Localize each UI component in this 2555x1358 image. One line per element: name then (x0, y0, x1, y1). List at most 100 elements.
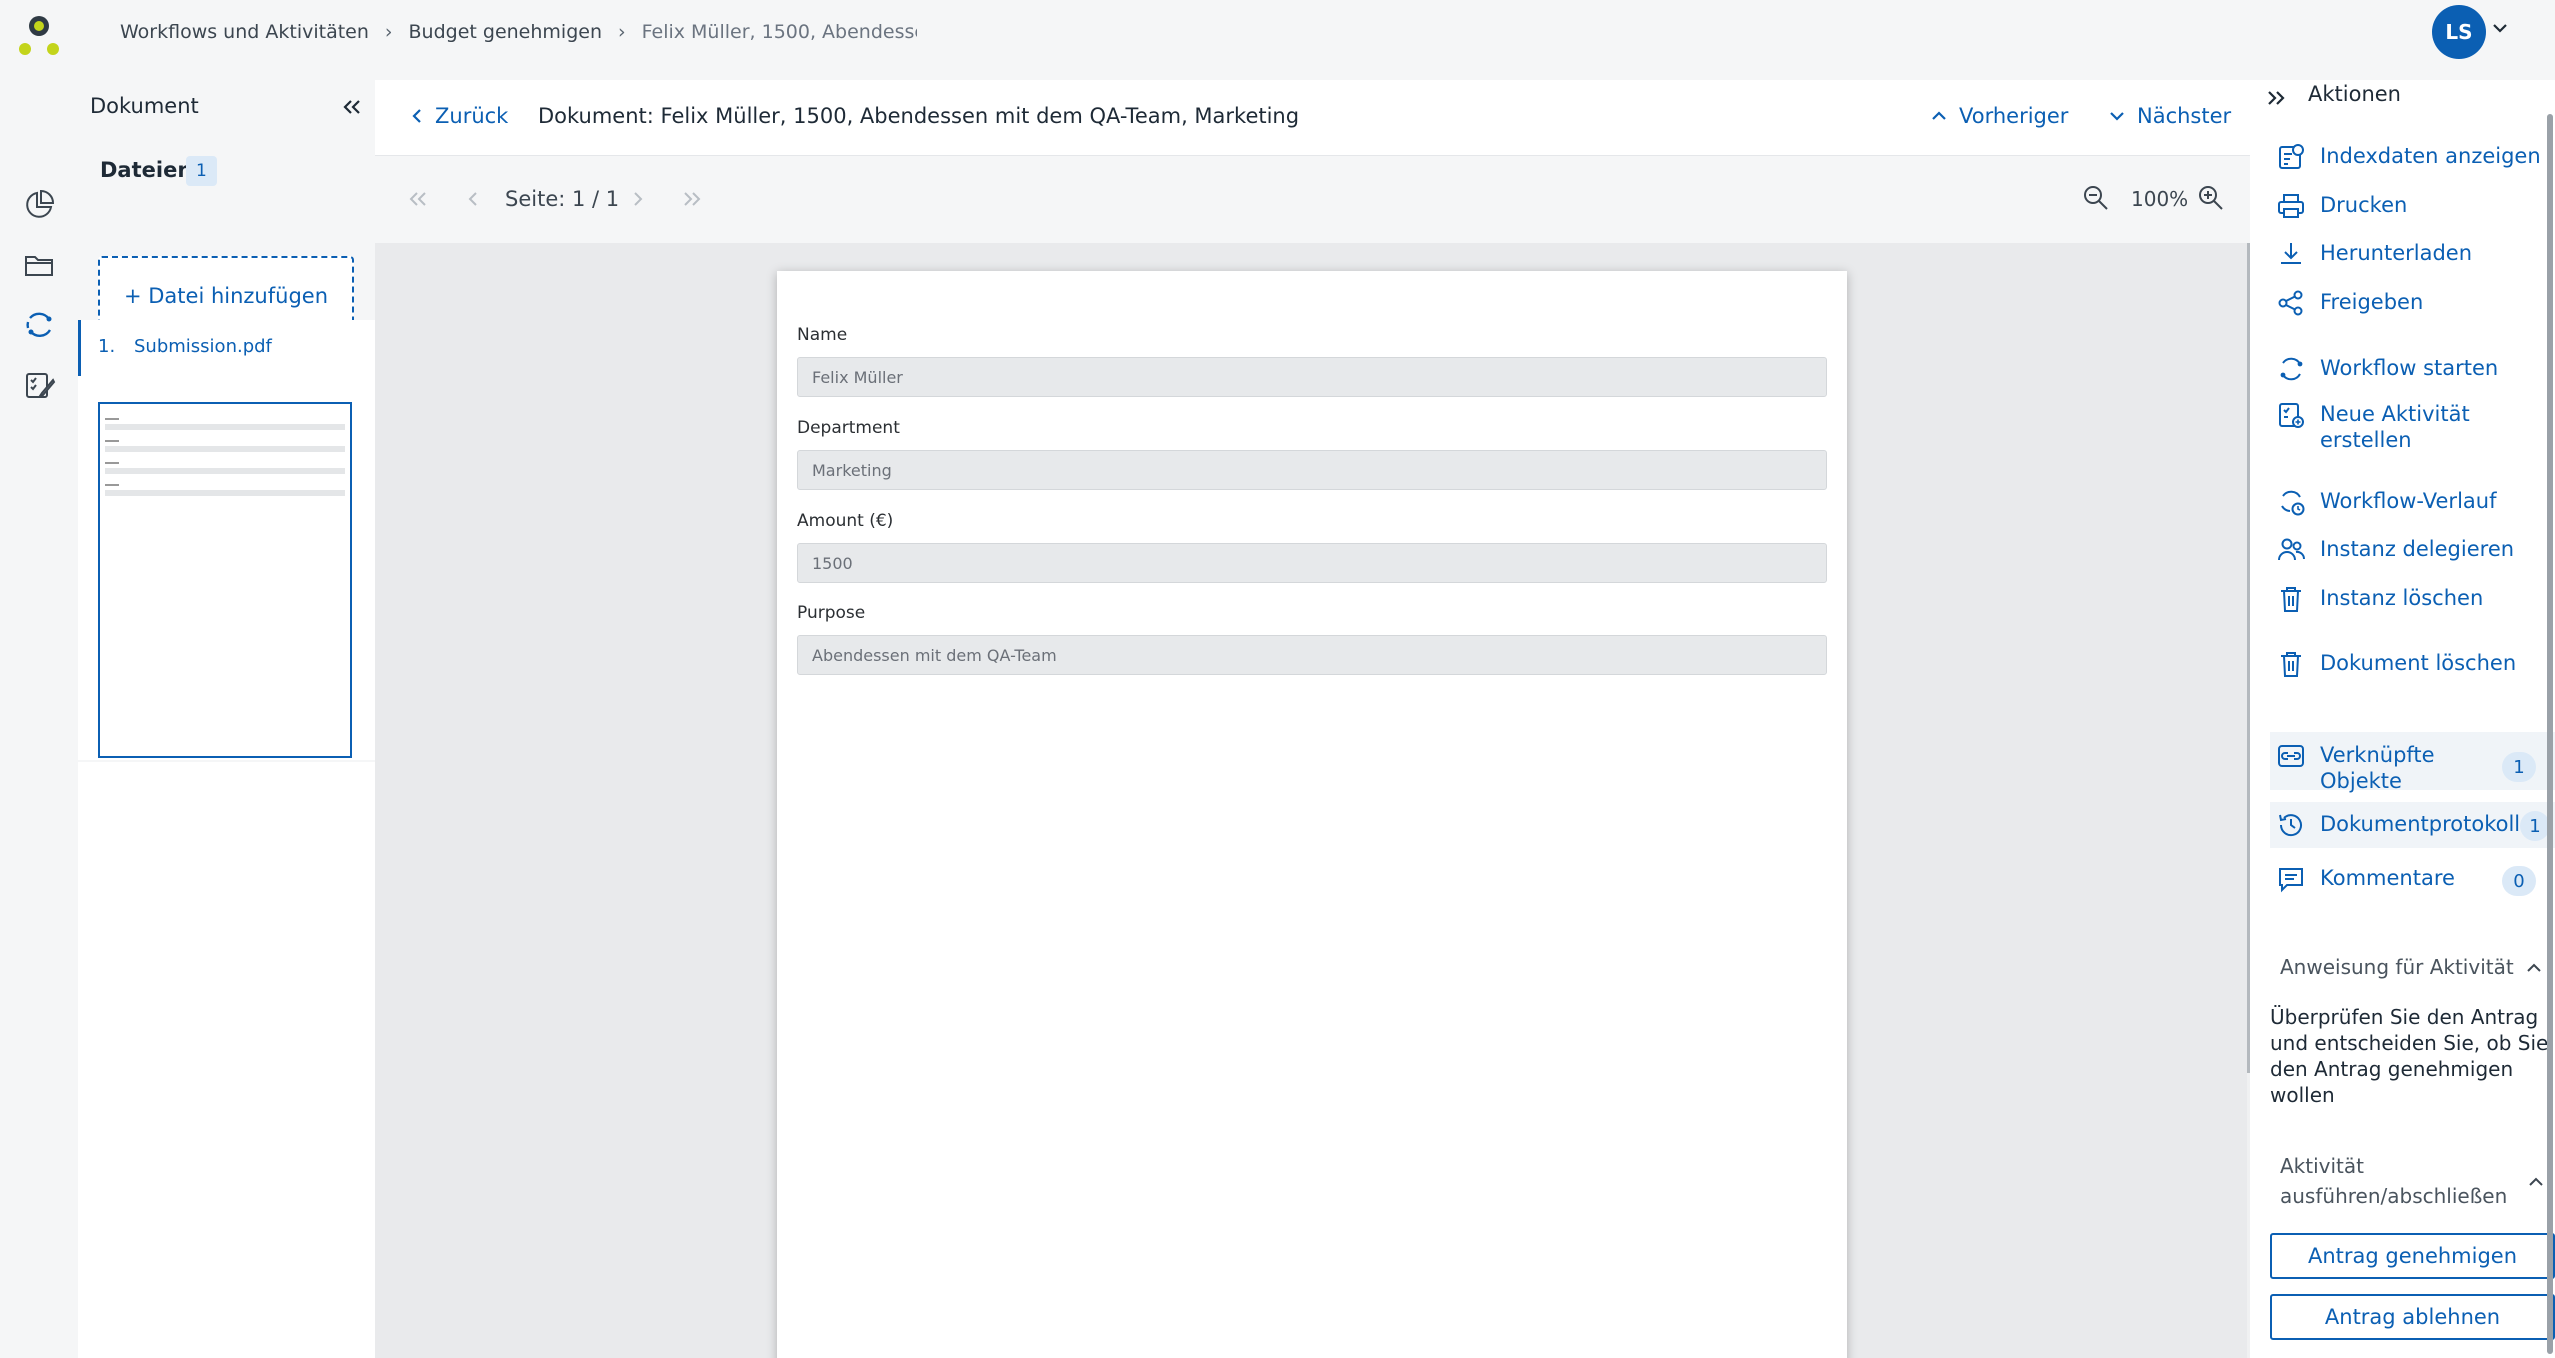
workflow-history-button[interactable]: Workflow-Verlauf (2276, 488, 2496, 517)
new-activity-icon (2279, 403, 2304, 428)
download-icon (2281, 243, 2301, 264)
next-page-icon[interactable] (631, 190, 645, 208)
document-viewer-area: Zurück Dokument: Felix Müller, 1500, Abe… (375, 80, 2250, 1358)
chevron-down-icon[interactable] (2492, 22, 2508, 34)
viewer-toolbar: Seite: 1 / 1 100% (375, 157, 2250, 243)
trash-icon (2281, 652, 2301, 677)
approve-request-button[interactable]: Antrag genehmigen (2270, 1233, 2555, 1279)
zoom-in-icon[interactable] (2197, 184, 2225, 212)
field-label-purpose: Purpose (797, 603, 866, 623)
new-activity-button[interactable]: Neue Aktivität erstellen (2276, 401, 2536, 453)
field-label-amount: Amount (€) (797, 511, 894, 531)
trash-icon (2281, 587, 2301, 612)
zoom-level: 100% (2131, 187, 2189, 211)
workflow-start-icon (2280, 357, 2303, 381)
field-value-name: Felix Müller (797, 357, 1827, 397)
left-rail (0, 80, 78, 1358)
breadcrumb-separator-icon: › (618, 21, 626, 43)
delegate-icon (2278, 538, 2306, 561)
document-panel: Dokument Dateien 1 + Datei hinzufügen 1.… (78, 80, 375, 1358)
index-data-label: Indexdaten anzeigen (2320, 144, 2541, 168)
files-count-badge: 1 (186, 156, 217, 186)
field-value-amount: 1500 (797, 543, 1827, 583)
print-label: Drucken (2320, 193, 2408, 217)
app-logo[interactable] (18, 14, 60, 58)
share-label: Freigeben (2320, 290, 2424, 314)
top-bar: Workflows und Aktivitäten › Budget geneh… (0, 0, 2555, 80)
next-button[interactable]: Nächster (2109, 104, 2231, 128)
print-button[interactable]: Drucken (2276, 192, 2407, 221)
workflow-start-button[interactable]: Workflow starten (2276, 355, 2498, 384)
index-data-icon (2279, 144, 2304, 169)
link-icon (2278, 745, 2304, 767)
document-log-button[interactable]: Dokumentprotokoll (2276, 811, 2520, 840)
file-thumbnail[interactable] (98, 402, 352, 758)
actions-scrollbar[interactable] (2547, 114, 2553, 1354)
workflow-history-label: Workflow-Verlauf (2320, 489, 2497, 513)
file-name[interactable]: Submission.pdf (134, 336, 272, 357)
share-icon (2278, 290, 2303, 316)
delegate-button[interactable]: Instanz delegieren (2276, 536, 2514, 565)
delete-document-label: Dokument löschen (2320, 651, 2517, 675)
execute-section-title[interactable]: Aktivität ausführen/abschließen (2280, 1151, 2530, 1211)
instruction-text: Überprüfen Sie den Antrag und entscheide… (2270, 1005, 2549, 1107)
index-data-button[interactable]: Indexdaten anzeigen (2276, 143, 2541, 172)
file-list-item[interactable]: 1. Submission.pdf (78, 320, 375, 760)
folder-icon[interactable] (22, 248, 56, 282)
delegate-label: Instanz delegieren (2320, 537, 2515, 561)
workflow-start-label: Workflow starten (2320, 356, 2499, 380)
user-avatar[interactable]: LS (2432, 5, 2486, 59)
comments-label: Kommentare (2320, 866, 2455, 890)
chevron-up-icon[interactable] (2526, 962, 2542, 974)
viewer-header: Zurück Dokument: Felix Müller, 1500, Abe… (375, 80, 2250, 156)
field-value-department: Marketing (797, 450, 1827, 490)
comment-icon (2279, 868, 2303, 893)
breadcrumb-budget[interactable]: Budget genehmigen (409, 21, 602, 43)
actions-scrollbar-thumb[interactable] (2547, 114, 2553, 1354)
chevron-up-icon (1932, 111, 1946, 120)
new-activity-label: Neue Aktivität erstellen (2320, 402, 2470, 452)
pdf-viewer[interactable]: Name Felix Müller Department Marketing A… (375, 243, 2250, 1358)
instruction-section-title[interactable]: Anweisung für Aktivität (2280, 952, 2514, 982)
next-label: Nächster (2137, 104, 2232, 128)
previous-page-icon[interactable] (466, 190, 480, 208)
delete-document-button[interactable]: Dokument löschen (2276, 650, 2516, 679)
field-label-name: Name (797, 325, 848, 345)
tasks-icon[interactable] (22, 368, 56, 402)
chevron-up-icon[interactable] (2528, 1176, 2544, 1188)
document-log-label: Dokumentprotokoll (2320, 812, 2521, 836)
back-button[interactable]: Zurück (411, 104, 508, 128)
first-page-icon[interactable] (407, 190, 429, 208)
chevron-down-icon (2110, 112, 2124, 121)
breadcrumb-separator-icon: › (384, 21, 393, 43)
download-label: Herunterladen (2320, 241, 2473, 265)
files-title: Dateien (100, 158, 193, 182)
field-value-purpose: Abendessen mit dem QA-Team (797, 635, 1827, 675)
previous-button[interactable]: Vorheriger (1931, 104, 2068, 128)
breadcrumb: Workflows und Aktivitäten › Budget geneh… (120, 18, 917, 46)
breadcrumb-workflows[interactable]: Workflows und Aktivitäten (120, 21, 369, 43)
last-page-icon[interactable] (681, 190, 703, 208)
download-button[interactable]: Herunterladen (2276, 240, 2472, 269)
reject-request-button[interactable]: Antrag ablehnen (2270, 1294, 2555, 1340)
linked-objects-count-badge: 1 (2502, 752, 2536, 782)
page-indicator: Seite: 1 / 1 (505, 187, 620, 211)
dashboard-icon[interactable] (22, 188, 56, 222)
document-title: Dokument: Felix Müller, 1500, Abendessen… (538, 104, 1300, 128)
delete-instance-label: Instanz löschen (2320, 586, 2484, 610)
workflow-history-icon (2281, 490, 2305, 516)
pdf-page: Name Felix Müller Department Marketing A… (777, 271, 1847, 1358)
linked-objects-button[interactable]: Verknüpfte Objekte (2276, 742, 2496, 794)
previous-label: Vorheriger (1959, 104, 2069, 128)
share-button[interactable]: Freigeben (2276, 289, 2423, 318)
zoom-out-icon[interactable] (2082, 184, 2110, 212)
history-icon (2279, 814, 2302, 837)
field-label-department: Department (797, 418, 900, 438)
linked-objects-label: Verknüpfte Objekte (2320, 743, 2435, 793)
document-panel-title: Dokument (90, 94, 199, 118)
collapse-double-chevron-right-icon[interactable] (2266, 89, 2286, 107)
comments-button[interactable]: Kommentare (2276, 865, 2455, 894)
delete-instance-button[interactable]: Instanz löschen (2276, 585, 2483, 614)
collapse-double-chevron-left-icon[interactable] (342, 98, 362, 116)
workflow-icon[interactable] (22, 308, 56, 342)
